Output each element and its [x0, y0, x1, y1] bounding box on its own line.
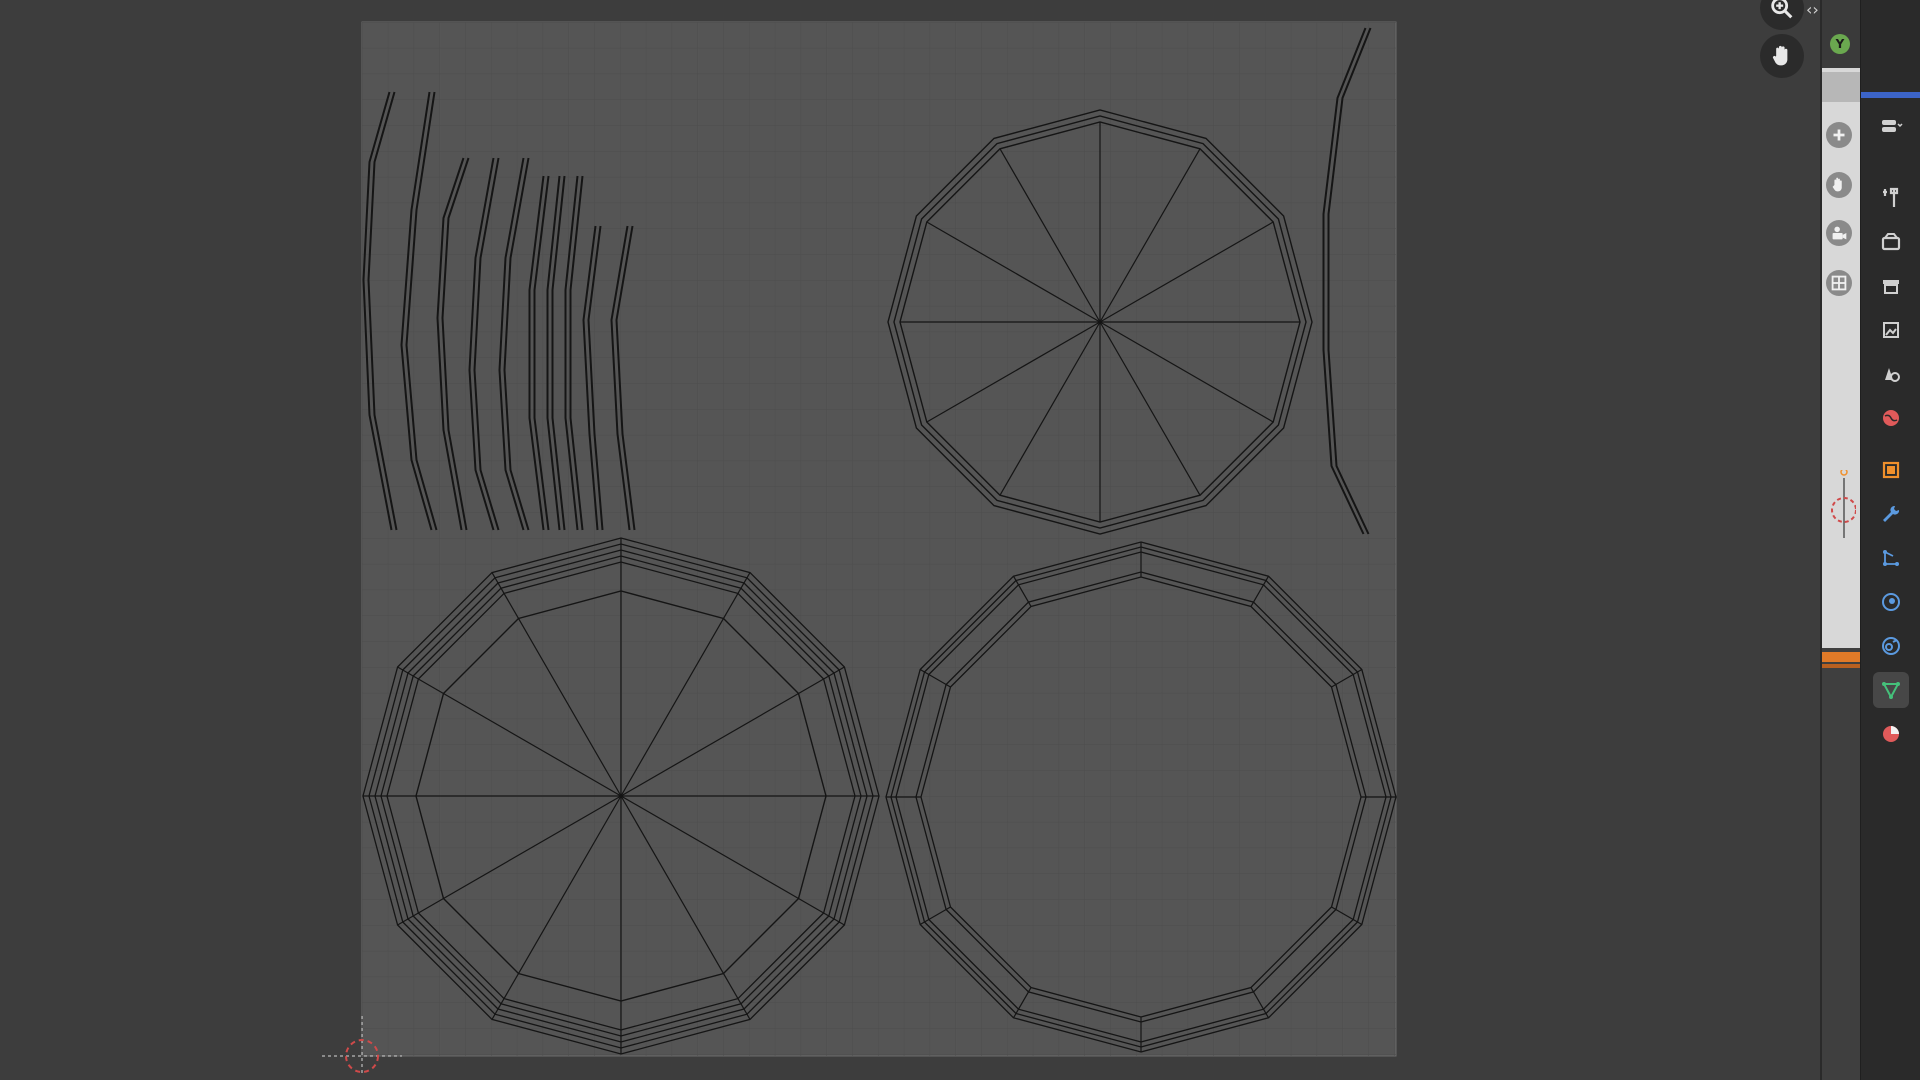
viewport-tool-shelf [1822, 68, 1862, 648]
properties-header [1861, 92, 1920, 98]
view-layer-icon [1883, 322, 1899, 338]
properties-tab-material[interactable] [1873, 716, 1909, 752]
add-icon[interactable] [1826, 122, 1852, 148]
render-icon [1881, 233, 1901, 251]
properties-tab-particles[interactable] [1873, 540, 1909, 576]
scene-icon [1885, 368, 1900, 382]
uv-canvas[interactable] [0, 0, 1820, 1080]
data-icon [1882, 682, 1900, 700]
uv-editor[interactable]: ‹› [0, 0, 1820, 1080]
properties-tab-output[interactable] [1873, 268, 1909, 304]
properties-tab-render[interactable] [1873, 224, 1909, 260]
modifier-icon [1883, 505, 1900, 522]
object-icon [1882, 461, 1900, 479]
properties-tab-world[interactable] [1873, 400, 1909, 436]
output-icon [1883, 280, 1899, 294]
zoom-icon [1771, 0, 1793, 19]
properties-tab-tool[interactable] [1873, 180, 1909, 216]
properties-tab-view-layer[interactable] [1873, 312, 1909, 348]
editor-type-dropdown[interactable] [1873, 108, 1909, 144]
particles-icon [1883, 550, 1899, 566]
properties-tab-scene[interactable] [1873, 356, 1909, 392]
pan-hand-icon [1772, 45, 1788, 66]
properties-tab-constraints[interactable] [1873, 628, 1909, 664]
3d-viewport-strip[interactable]: Y [1820, 0, 1862, 1080]
object-origin-icon[interactable] [1826, 468, 1857, 540]
world-icon [1883, 410, 1899, 426]
properties-tabs[interactable] [1860, 0, 1920, 1080]
pan-gizmo[interactable] [1760, 34, 1804, 78]
camera-icon[interactable] [1826, 220, 1852, 246]
viewport-floor [1822, 648, 1862, 1080]
axis-gizmo-y[interactable]: Y [1830, 34, 1850, 54]
constraints-icon [1882, 637, 1900, 655]
collapse-arrows-icon[interactable]: ‹› [1806, 0, 1819, 19]
material-icon [1883, 726, 1899, 742]
properties-tab-data[interactable] [1873, 672, 1909, 708]
properties-tab-physics[interactable] [1873, 584, 1909, 620]
tool-icon [1883, 187, 1899, 207]
physics-icon [1882, 593, 1900, 611]
properties-tab-modifier[interactable] [1873, 496, 1909, 532]
hand-icon[interactable] [1826, 172, 1852, 198]
properties-tab-object[interactable] [1873, 452, 1909, 488]
grid-icon[interactable] [1826, 270, 1852, 296]
